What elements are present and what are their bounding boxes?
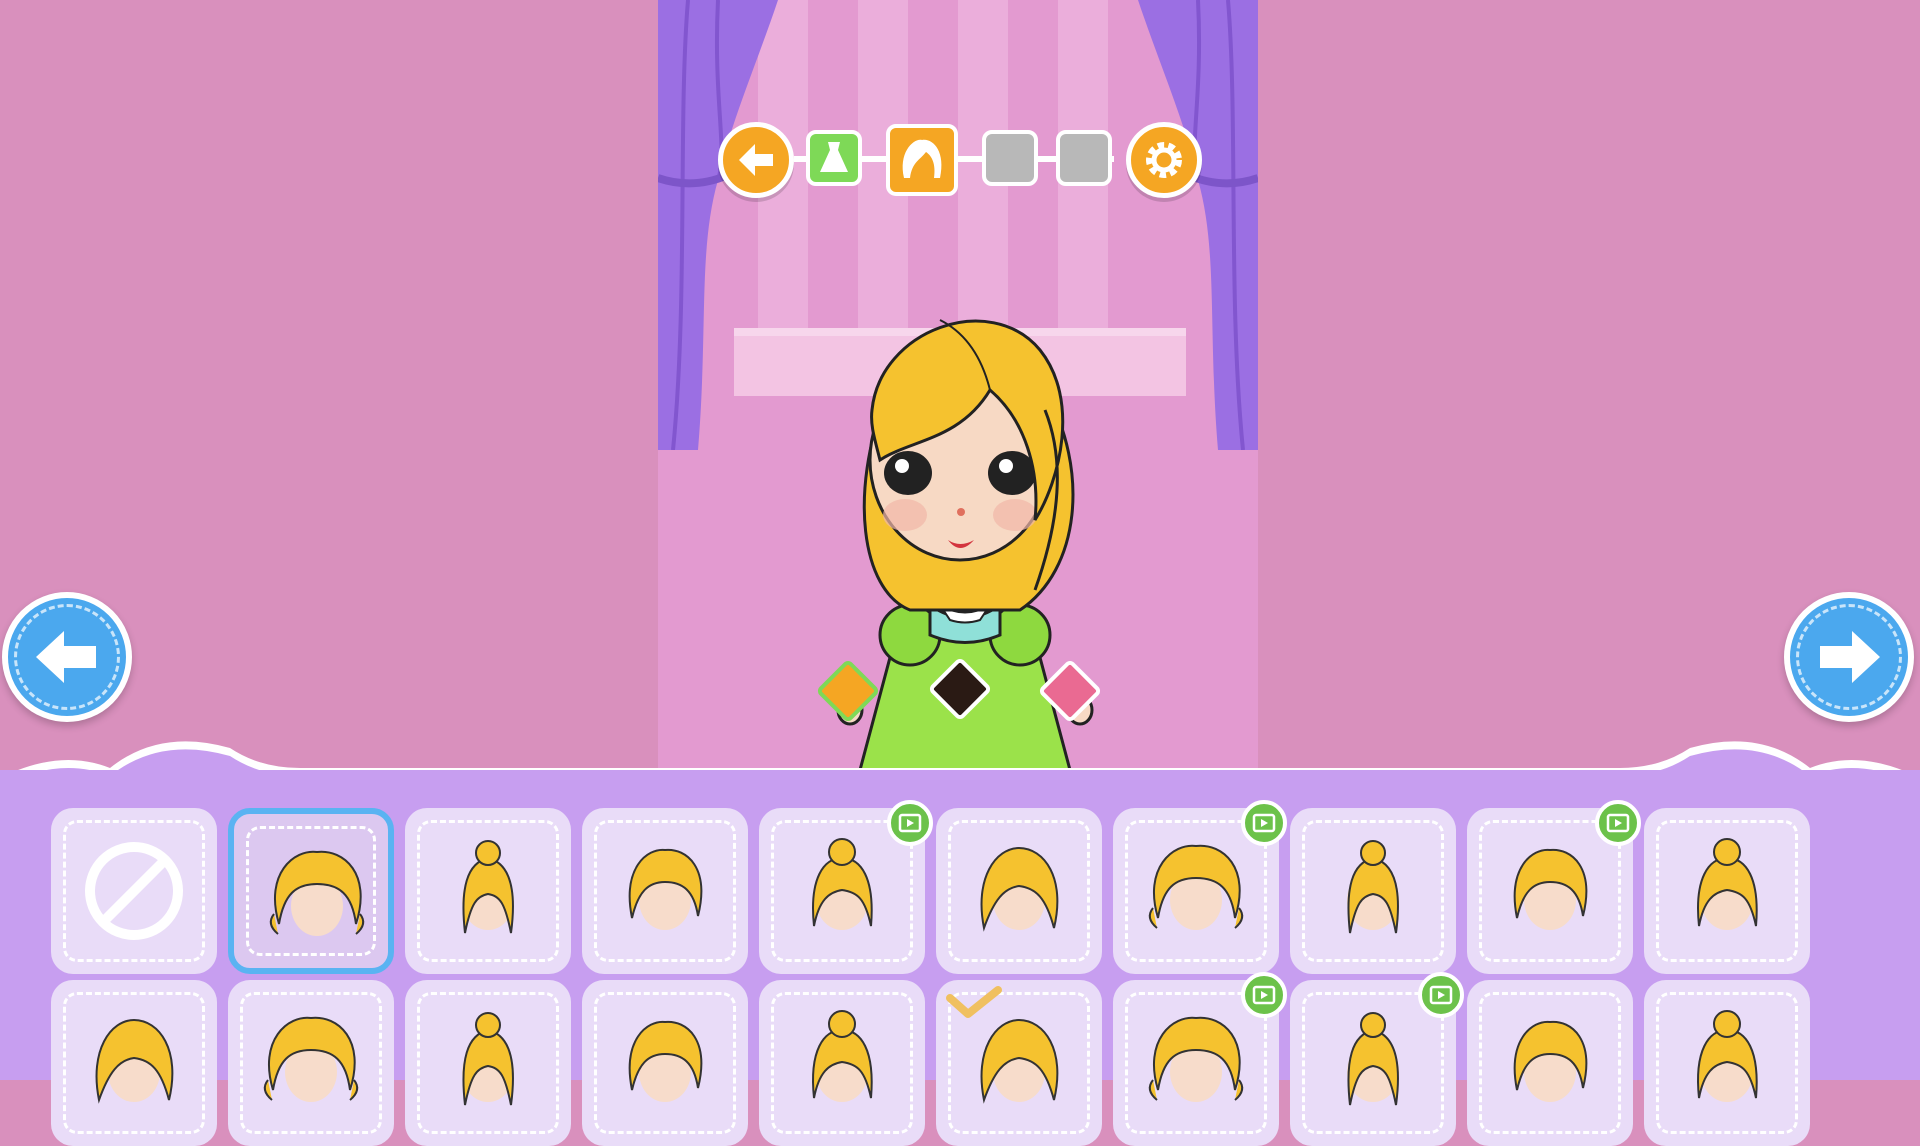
hairstyle-icon: [1697, 1010, 1758, 1102]
hairstyle-icon: [1347, 840, 1399, 934]
hair-option[interactable]: [1290, 808, 1456, 974]
hairstyle-icon: [462, 1012, 514, 1106]
hair-option[interactable]: [936, 808, 1102, 974]
video-ad-icon: [1241, 972, 1287, 1018]
hair-option[interactable]: [51, 980, 217, 1146]
hair-option[interactable]: [228, 980, 394, 1146]
hairstyle-icon: [1513, 1020, 1588, 1102]
hairstyle-icon: [812, 1010, 873, 1102]
hairstyle-icon: [1697, 838, 1758, 930]
none-icon: [85, 842, 183, 940]
hairstyle-icon: [462, 840, 514, 934]
video-ad-icon: [1241, 800, 1287, 846]
video-ad-icon: [1418, 972, 1464, 1018]
checkmark-icon: [944, 984, 1004, 1024]
hair-option[interactable]: [405, 980, 571, 1146]
hair-options-grid: [0, 0, 1920, 1146]
hairstyle-icon: [95, 1018, 174, 1104]
no-hair-option[interactable]: [51, 808, 217, 974]
video-ad-icon: [1595, 800, 1641, 846]
arrow-left-icon: [36, 631, 96, 683]
hairstyle-icon: [628, 1020, 703, 1102]
hair-option[interactable]: [1644, 980, 1810, 1146]
previous-button[interactable]: [2, 592, 132, 722]
hair-option[interactable]: [759, 980, 925, 1146]
hair-option[interactable]: [1467, 980, 1633, 1146]
hairstyle-icon: [980, 846, 1059, 932]
hairstyle-icon: [269, 850, 365, 936]
hair-option[interactable]: [582, 808, 748, 974]
hair-option[interactable]: [228, 808, 394, 974]
hairstyle-icon: [628, 848, 703, 930]
video-ad-icon: [887, 800, 933, 846]
hair-option[interactable]: [1644, 808, 1810, 974]
arrow-right-icon: [1820, 631, 1880, 683]
next-button[interactable]: [1784, 592, 1914, 722]
hair-option[interactable]: [582, 980, 748, 1146]
hairstyle-icon: [263, 1016, 359, 1102]
hair-option[interactable]: [405, 808, 571, 974]
